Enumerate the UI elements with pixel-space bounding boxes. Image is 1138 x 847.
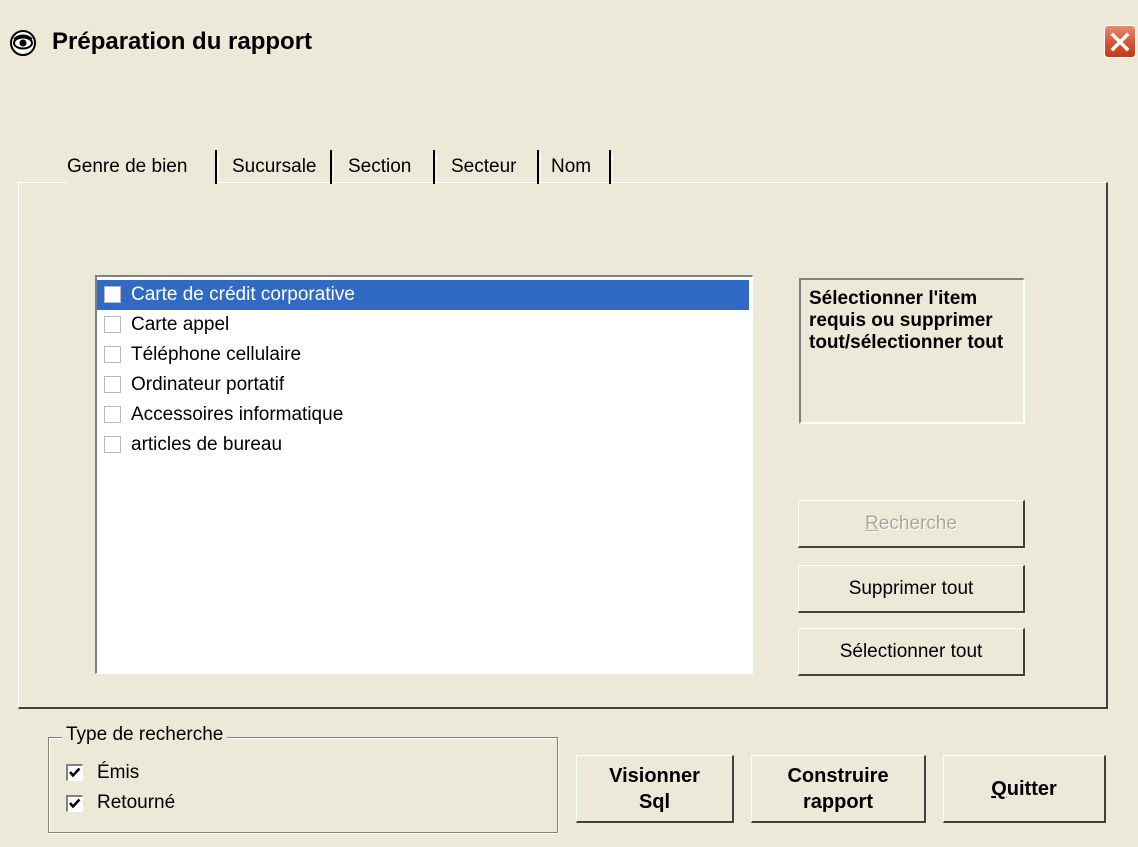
title-bar: Préparation du rapport	[0, 0, 1138, 85]
list-item-label: Ordinateur portatif	[131, 374, 285, 395]
search-button[interactable]: Recherche	[798, 500, 1025, 548]
window-title: Préparation du rapport	[52, 28, 313, 55]
checkmark-icon	[69, 767, 81, 778]
list-item[interactable]: Carte appel	[97, 310, 749, 340]
list-item[interactable]: articles de bureau	[97, 430, 749, 460]
select-all-button-label: Sélectionner tout	[839, 640, 983, 662]
tab-label: Section	[348, 156, 412, 177]
list-item-label: Carte de crédit corporative	[131, 284, 355, 305]
view-sql-label-line1: Visionner	[609, 764, 700, 787]
select-all-button[interactable]: Sélectionner tout	[798, 628, 1025, 676]
delete-all-button[interactable]: Supprimer tout	[798, 565, 1025, 613]
tab-label: Nom	[551, 156, 592, 177]
delete-all-button-label: Supprimer tout	[848, 577, 974, 599]
tab-sucursale[interactable]: Sucursale	[232, 150, 334, 184]
tab-genre-de-bien[interactable]: Genre de bien	[67, 150, 219, 184]
close-button[interactable]	[1104, 25, 1136, 58]
build-report-button[interactable]: Construire rapport	[751, 755, 926, 823]
list-item-label: Téléphone cellulaire	[131, 344, 302, 365]
item-checkbox[interactable]	[104, 286, 121, 303]
list-item[interactable]: Ordinateur portatif	[97, 370, 749, 400]
retourne-label: Retourné	[97, 792, 176, 813]
list-item[interactable]: Accessoires informatique	[97, 400, 749, 430]
list-item[interactable]: Carte de crédit corporative	[97, 280, 749, 310]
quit-button-label: Quitter	[991, 777, 1057, 800]
eye-icon	[10, 30, 36, 56]
item-checkbox[interactable]	[104, 316, 121, 333]
instruction-text: Sélectionner l'item requis ou supprimer …	[799, 278, 1025, 424]
view-sql-button[interactable]: Visionner Sql	[576, 755, 734, 823]
tab-secteur[interactable]: Secteur	[451, 150, 541, 184]
build-report-label-line2: rapport	[803, 790, 873, 813]
checkmark-icon	[69, 798, 81, 809]
tab-label: Genre de bien	[67, 156, 188, 177]
item-checklist[interactable]: Carte de crédit corporative Carte appel …	[95, 275, 753, 674]
item-checkbox[interactable]	[104, 376, 121, 393]
quit-button[interactable]: Quitter	[943, 755, 1106, 823]
tab-section[interactable]: Section	[348, 150, 437, 184]
view-sql-label-line2: Sql	[638, 790, 671, 813]
emis-label: Émis	[97, 762, 140, 783]
search-type-group	[48, 737, 558, 833]
list-item[interactable]: Téléphone cellulaire	[97, 340, 749, 370]
emis-checkbox[interactable]	[66, 764, 83, 781]
tab-label: Secteur	[451, 156, 517, 177]
list-item-label: Carte appel	[131, 314, 230, 335]
search-button-label: Recherche	[865, 512, 957, 534]
search-type-title: Type de recherche	[62, 724, 228, 746]
list-item-label: Accessoires informatique	[131, 404, 344, 425]
item-checkbox[interactable]	[104, 406, 121, 423]
list-item-label: articles de bureau	[131, 434, 283, 455]
item-checkbox[interactable]	[104, 346, 121, 363]
build-report-label-line1: Construire	[787, 764, 889, 787]
close-icon	[1110, 32, 1130, 51]
tab-label: Sucursale	[232, 156, 317, 177]
tab-nom[interactable]: Nom	[551, 150, 613, 184]
item-checkbox[interactable]	[104, 436, 121, 453]
retourne-checkbox[interactable]	[66, 795, 83, 812]
